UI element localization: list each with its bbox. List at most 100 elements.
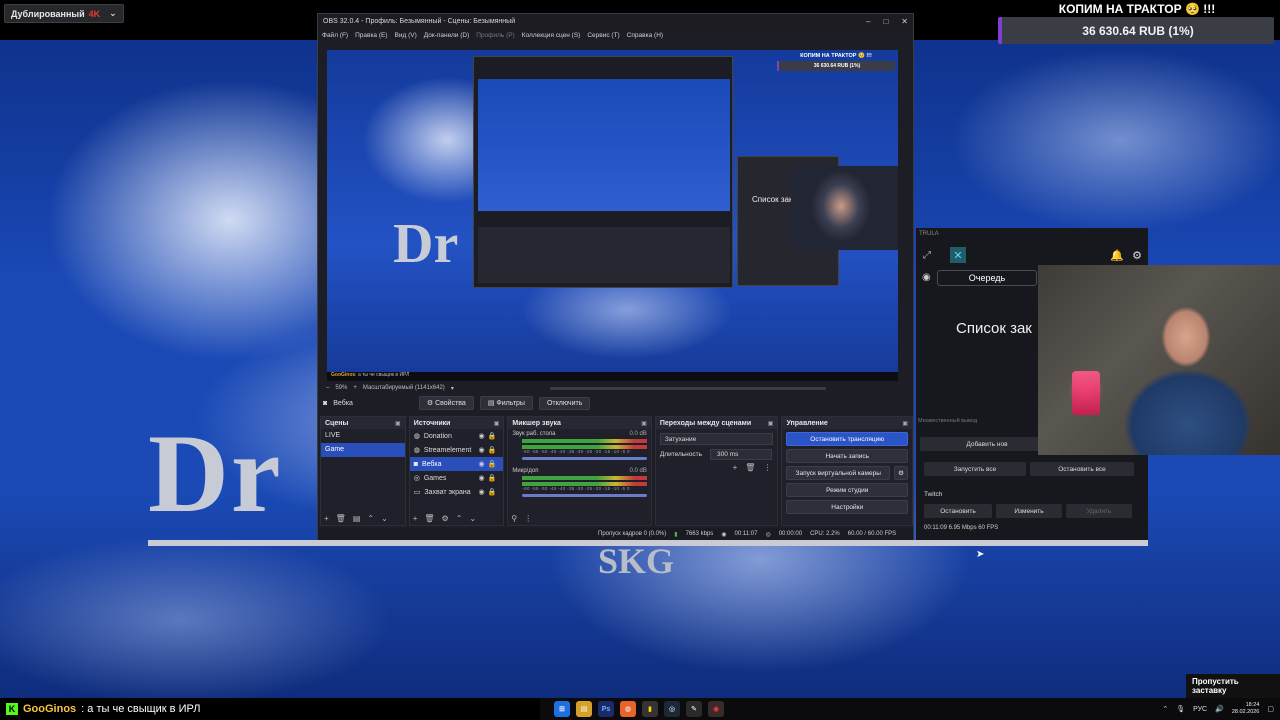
webcam-overlay [1038,265,1280,455]
record-icon: ◎ [765,531,771,538]
zoom-out-icon[interactable]: – [326,385,329,391]
menu-help[interactable]: Справка (H) [627,32,663,39]
steam-icon[interactable]: ◎ [664,701,680,717]
queue-tab[interactable]: Очередь [937,270,1037,286]
delete-twitch-button[interactable]: Удалить [1066,504,1132,518]
duration-input[interactable]: 300 ms [710,449,773,460]
start-all-button[interactable]: Запустить все [924,462,1026,476]
expand-icon[interactable]: ⤢ [923,250,931,261]
virtual-camera-button[interactable]: Запуск виртуальной камеры [786,466,890,480]
dub-selector[interactable]: Дублированный 4K ⌄ [4,4,124,23]
zoom-mode[interactable]: Масштабируемый (1141x642) [363,385,445,391]
zoom-in-icon[interactable]: + [353,385,357,391]
rgb-light [1072,371,1100,415]
start-recording-button[interactable]: Начать запись [786,449,908,463]
scene-item-game[interactable]: Game [321,443,405,457]
visibility-lock-icons[interactable]: ◉🔒 [479,460,500,468]
stop-all-button[interactable]: Остановить все [1030,462,1134,476]
tray-chevron-icon[interactable]: ⌃ [1162,705,1168,713]
disable-button[interactable]: Отключить [538,396,591,410]
visibility-lock-icons[interactable]: ◉🔒 [479,432,500,440]
dock-undock-icon[interactable]: ▣ [768,420,774,427]
source-item-screen-capture[interactable]: ▭ Захват экрана ◉🔒 [410,485,504,499]
add-icon[interactable]: + [413,514,418,523]
menu-tools[interactable]: Сервис (T) [587,32,619,39]
menu-profile[interactable]: Профиль (P) [476,32,515,39]
clock[interactable]: 18:24 28.02.2026 [1232,702,1260,716]
meter-ticks: -60 -55 -50 -45 -40 -35 -30 -25 -20 -15 … [522,449,630,454]
eye-icon[interactable]: ◉ [922,272,931,283]
link-icon[interactable]: ⚲ [511,514,517,523]
up-icon[interactable]: ⌃ [367,514,374,523]
trash-icon[interactable]: 🗑 [424,514,434,523]
dock-undock-icon[interactable]: ▣ [902,420,908,427]
maximize-icon[interactable]: □ [883,17,888,26]
microphone-icon[interactable]: 🎙 [1176,705,1185,713]
visibility-lock-icons[interactable]: ◉🔒 [479,488,500,496]
properties-button[interactable]: ⚙ Свойства [418,396,474,410]
menu-dots-icon[interactable]: ⋮ [524,514,532,523]
source-item-games[interactable]: ◎ Games ◉🔒 [410,471,504,485]
down-icon[interactable]: ⌄ [381,514,388,523]
language-indicator[interactable]: РУС [1193,706,1207,713]
pen-icon[interactable]: ✎ [686,701,702,717]
obs-preview[interactable]: Dr КОПИМ НА ТРАКТОР 🥺 !!! 36 630.64 RUB … [327,50,898,372]
volume-slider[interactable] [522,457,647,460]
photoshop-icon[interactable]: Ps [598,701,614,717]
filter-icon[interactable]: ▤ [353,514,361,523]
app-icon[interactable]: ▮ [642,701,658,717]
dock-undock-icon[interactable]: ▣ [494,420,500,427]
transition-select[interactable]: Затухание [659,433,774,445]
source-label: Donation [423,432,452,440]
add-icon[interactable]: + [733,463,738,472]
close-icon[interactable]: ✕ [901,17,908,26]
settings-button[interactable]: Настройки [786,500,908,514]
up-icon[interactable]: ⌃ [456,514,463,523]
skip-intro-button[interactable]: Пропустить заставку [1186,674,1280,698]
mixer-title: Микшер звука [512,419,561,427]
file-explorer-icon[interactable]: ▤ [576,701,592,717]
menu-file[interactable]: Файл (F) [322,32,348,39]
dock-undock-icon[interactable]: ▣ [395,420,401,427]
menu-scene-collection[interactable]: Коллекция сцен (S) [522,32,581,39]
edit-twitch-button[interactable]: Изменить [996,504,1062,518]
gear-icon[interactable]: ⚙ [1132,249,1142,262]
zoom-percent[interactable]: 59% [335,385,347,391]
visibility-lock-icons[interactable]: ◉🔒 [479,474,500,482]
menu-dots-icon[interactable]: ⋮ [763,463,771,472]
preview-scrollbar[interactable] [549,386,826,390]
studio-mode-button[interactable]: Режим студии [786,483,908,497]
source-item-streamelement[interactable]: ◍ Streamelement ◉🔒 [410,443,504,457]
chevron-down-icon[interactable]: ▾ [451,385,454,392]
source-item-donation[interactable]: ◍ Donation ◉🔒 [410,429,504,443]
volume-slider[interactable] [522,494,647,497]
dock-undock-icon[interactable]: ▣ [641,420,647,427]
virtual-cam-row: Запуск виртуальной камеры ⚙ [782,463,912,480]
background-logo-text: Dr [148,412,283,536]
bell-icon[interactable]: 🔔 [1110,249,1124,262]
add-icon[interactable]: + [324,514,329,523]
down-icon[interactable]: ⌄ [469,514,476,523]
firefox-icon[interactable]: ◍ [620,701,636,717]
notification-icon[interactable]: ▢ [1267,705,1274,713]
filters-label: Фильтры [496,400,525,407]
filters-button[interactable]: ▤ Фильтры [479,396,533,410]
stop-stream-button[interactable]: Остановить трансляцию [786,432,908,446]
minimize-icon[interactable]: – [866,17,870,26]
monitor-icon: ▭ [413,489,421,496]
stop-twitch-button[interactable]: Остановить [924,504,992,518]
scene-item-live[interactable]: LIVE [321,429,405,443]
obs-icon[interactable]: ◉ [708,701,724,717]
gear-icon[interactable]: ⚙ [894,466,908,480]
menu-view[interactable]: Вид (V) [395,32,417,39]
start-icon[interactable]: ⊞ [554,701,570,717]
visibility-lock-icons[interactable]: ◉🔒 [479,446,500,454]
trash-icon[interactable]: 🗑 [745,463,755,472]
source-item-webcam[interactable]: ◙ Вебка ◉🔒 [409,457,504,471]
speaker-icon[interactable]: 🔊 [1215,705,1224,713]
gear-icon[interactable]: ⚙ [442,514,449,523]
trash-icon[interactable]: 🗑 [336,514,346,523]
add-output-button[interactable]: Добавить нов [920,437,1054,451]
menu-docks[interactable]: Док-панели (D) [424,32,469,39]
menu-edit[interactable]: Правка (E) [355,32,387,39]
